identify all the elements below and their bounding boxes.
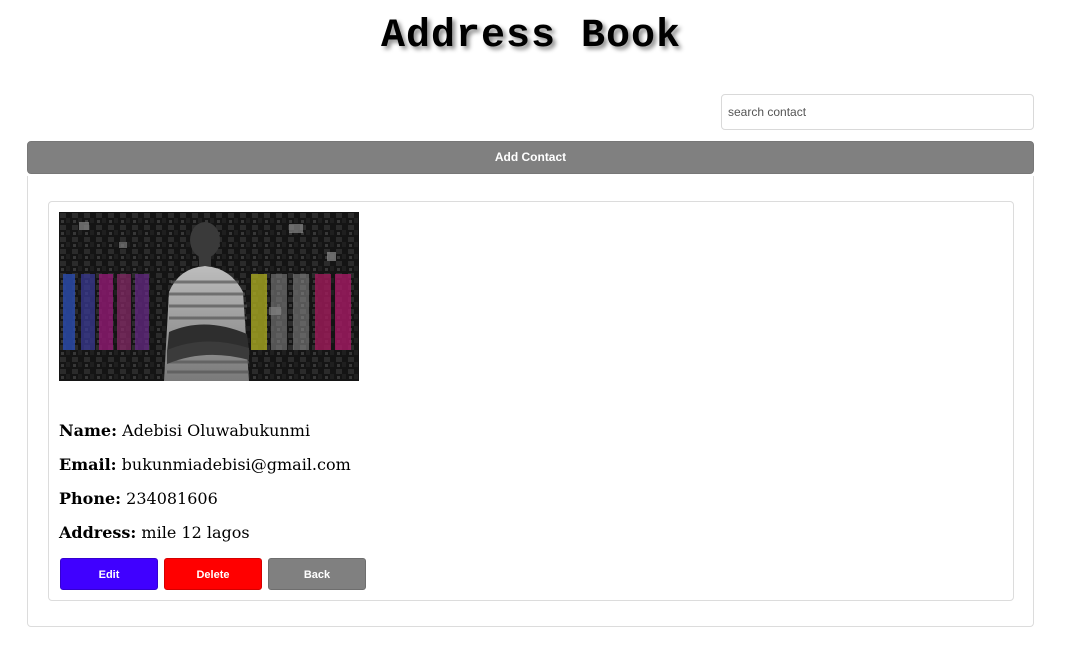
address-label: Address: [59, 523, 137, 542]
contact-name-row: Name: Adebisi Oluwabukunmi [59, 421, 310, 440]
contact-email-row: Email: bukunmiadebisi@gmail.com [59, 455, 351, 474]
back-button[interactable]: Back [268, 558, 366, 590]
delete-button[interactable]: Delete [164, 558, 262, 590]
contact-address-row: Address: mile 12 lagos [59, 523, 250, 542]
address-value: mile 12 lagos [141, 523, 250, 542]
contact-photo [59, 212, 359, 381]
add-contact-button[interactable]: Add Contact [27, 141, 1034, 174]
phone-value: 234081606 [126, 489, 218, 508]
phone-label: Phone: [59, 489, 122, 508]
name-value: Adebisi Oluwabukunmi [122, 421, 311, 440]
edit-button[interactable]: Edit [60, 558, 158, 590]
email-label: Email: [59, 455, 117, 474]
contact-phone-row: Phone: 234081606 [59, 489, 218, 508]
email-value: bukunmiadebisi@gmail.com [121, 455, 351, 474]
search-input[interactable] [721, 94, 1034, 130]
name-label: Name: [59, 421, 118, 440]
page-title: Address Book [380, 14, 682, 59]
